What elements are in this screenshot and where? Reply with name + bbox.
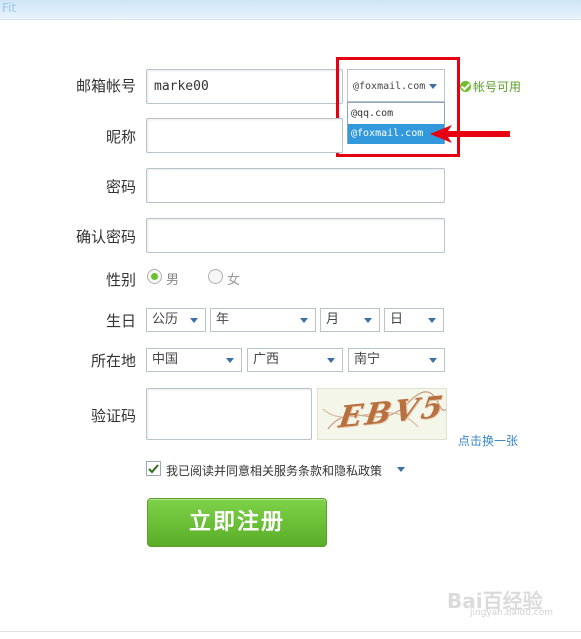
watermark-url: jingyan.baidu.com: [470, 608, 554, 618]
location-label: 所在地: [90, 352, 136, 370]
gender-male-radio[interactable]: [147, 269, 162, 284]
nickname-input[interactable]: [146, 118, 343, 153]
refresh-captcha-link[interactable]: 点击换一张: [458, 432, 518, 449]
email-domain-select[interactable]: @foxmail.com: [347, 69, 445, 102]
country-select[interactable]: 中国: [146, 348, 242, 372]
check-circle-icon: [460, 81, 471, 92]
birthday-label: 生日: [105, 312, 136, 330]
gender-label: 性别: [105, 271, 136, 289]
captcha-image[interactable]: EBV5: [317, 388, 447, 440]
calendar-type-select[interactable]: 公历: [146, 308, 206, 332]
birth-month-select[interactable]: 月: [320, 308, 380, 332]
captcha-label: 验证码: [90, 407, 136, 425]
bottom-divider: [0, 631, 581, 632]
chevron-down-icon: [428, 318, 436, 323]
nickname-label: 昵称: [105, 128, 136, 146]
chevron-down-icon: [429, 84, 437, 89]
chevron-down-icon: [226, 358, 234, 363]
email-label: 邮箱帐号: [75, 77, 136, 95]
birth-month-value: 月: [326, 312, 340, 327]
chevron-down-icon: [300, 318, 308, 323]
birth-day-value: 日: [390, 312, 404, 327]
email-domain-selected: @foxmail.com: [353, 81, 426, 92]
annotation-arrow-icon: [430, 125, 510, 143]
chevron-down-icon[interactable]: [397, 467, 405, 472]
birth-day-select[interactable]: 日: [384, 308, 444, 332]
window-top-bar: Fit: [0, 0, 581, 20]
email-input[interactable]: [146, 69, 343, 104]
gender-male-label: 男: [166, 273, 180, 288]
agreement-checkbox[interactable]: [146, 461, 161, 476]
gender-female-radio[interactable]: [208, 269, 223, 284]
password-input[interactable]: [146, 168, 445, 203]
account-available-text: 帐号可用: [473, 80, 522, 94]
account-available-status: 帐号可用: [460, 78, 521, 95]
check-icon: [148, 464, 159, 474]
agreement-text[interactable]: 我已阅读并同意相关服务条款和隐私政策: [166, 462, 382, 479]
city-value: 南宁: [354, 352, 381, 367]
register-button[interactable]: 立即注册: [147, 498, 327, 547]
city-select[interactable]: 南宁: [348, 348, 445, 372]
captcha-input[interactable]: [146, 388, 312, 440]
calendar-type-value: 公历: [152, 312, 179, 327]
chevron-down-icon: [364, 318, 372, 323]
chevron-down-icon: [327, 358, 335, 363]
province-select[interactable]: 广西: [247, 348, 343, 372]
top-bar-glyph: Fit: [2, 1, 17, 15]
confirm-password-input[interactable]: [146, 218, 445, 253]
country-value: 中国: [152, 352, 179, 367]
province-value: 广西: [253, 352, 280, 367]
gender-female-label: 女: [227, 273, 241, 288]
chevron-down-icon: [429, 358, 437, 363]
domain-option-qq[interactable]: @qq.com: [348, 104, 444, 124]
confirm-password-label: 确认密码: [75, 228, 136, 246]
birth-year-value: 年: [216, 312, 230, 327]
password-label: 密码: [105, 178, 136, 196]
chevron-down-icon: [190, 318, 198, 323]
birth-year-select[interactable]: 年: [210, 308, 316, 332]
